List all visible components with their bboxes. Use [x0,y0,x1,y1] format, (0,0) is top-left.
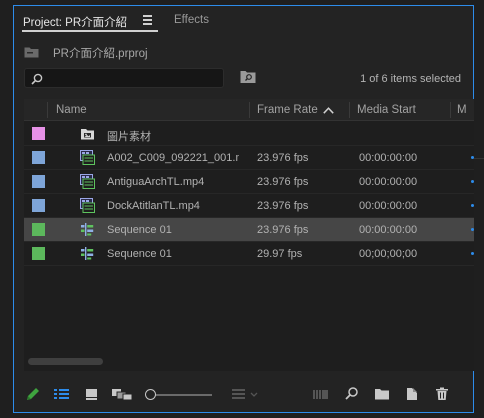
bottom-toolbar [14,386,473,406]
project-panel: Project: PR介面介紹 Effects PR介面介紹.prproj 1 … [13,5,474,413]
item-frame-rate: 29.97 fps [257,248,303,260]
active-tab-underline [22,30,158,32]
trash-icon[interactable] [434,386,450,404]
label-color-swatch[interactable] [32,127,45,140]
project-items-list: Name Frame Rate Media Start M 圖片素材 A002_C… [24,99,474,371]
adjacent-panel-divider [474,158,484,159]
item-frame-rate: 23.976 fps [257,176,309,188]
column-header-frame-rate[interactable]: Frame Rate [257,104,318,116]
item-media-start: 00:00:00:00 [359,176,418,188]
list-item[interactable]: 圖片素材 [24,122,474,146]
zoom-slider-track[interactable] [154,394,212,396]
list-item[interactable]: DockAtitlanTL.mp4 23.976 fps 00:00:00:00 [24,194,474,218]
find-in-bin-icon[interactable] [240,70,256,84]
freeform-view-icon[interactable] [111,386,133,404]
item-name[interactable]: AntiguaArchTL.mp4 [107,176,239,188]
item-media-start: 00:00:00:00 [359,200,418,212]
item-name[interactable]: Sequence 01 [107,224,239,236]
video-clip-icon [80,150,95,165]
list-item[interactable]: Sequence 01 29.97 fps 00;00;00;00 [24,242,474,266]
new-bin-icon[interactable] [374,386,390,404]
tab-project[interactable]: Project: PR介面介紹 [23,14,127,30]
item-name[interactable]: 圖片素材 [107,128,239,144]
selection-status: 1 of 6 items selected [360,73,461,85]
column-divider[interactable] [349,102,350,118]
sort-ascending-icon[interactable] [323,107,334,114]
item-media-start: 00;00;00;00 [359,248,418,260]
column-divider[interactable] [450,102,451,118]
label-color-swatch[interactable] [32,151,45,164]
column-divider[interactable] [249,102,250,118]
horizontal-scrollbar[interactable] [24,355,474,369]
scrollbar-thumb[interactable] [28,358,103,365]
sort-icons-icon[interactable] [231,386,261,404]
item-name[interactable]: Sequence 01 [107,248,239,260]
sequence-icon [80,246,95,261]
video-clip-icon [80,198,95,213]
project-file-name: PR介面介紹.prproj [53,48,148,60]
list-item[interactable]: AntiguaArchTL.mp4 23.976 fps 00:00:00:00 [24,170,474,194]
item-frame-rate: 23.976 fps [257,224,309,236]
label-color-swatch[interactable] [32,175,45,188]
item-media-start: 00:00:00:00 [359,224,418,236]
label-color-swatch[interactable] [32,223,45,236]
label-color-swatch[interactable] [32,199,45,212]
tab-effects[interactable]: Effects [174,14,209,26]
panel-menu-icon[interactable] [142,14,153,25]
overflow-column-indicator [471,252,474,255]
label-color-swatch[interactable] [32,247,45,260]
list-header: Name Frame Rate Media Start M [24,99,474,121]
search-box[interactable] [24,68,224,88]
zoom-slider-knob[interactable] [145,389,156,400]
column-header-media-start[interactable]: Media Start [357,104,416,116]
item-frame-rate: 23.976 fps [257,152,309,164]
icon-view-icon[interactable] [85,386,99,404]
bin-icon [80,126,95,141]
overflow-column-indicator [471,228,474,231]
new-item-icon[interactable] [404,386,420,404]
item-frame-rate: 23.976 fps [257,200,309,212]
video-clip-icon [80,174,95,189]
find-icon[interactable] [344,386,360,404]
project-bin-icon [24,47,39,58]
search-icon [31,73,43,85]
automate-to-sequence-icon[interactable] [312,386,330,404]
list-item[interactable]: Sequence 01 23.976 fps 00:00:00:00 [24,218,474,242]
sequence-icon [80,222,95,237]
panel-tabs: Project: PR介面介紹 Effects [14,6,473,34]
overflow-column-indicator [471,180,474,183]
column-divider[interactable] [47,102,48,118]
column-header-next[interactable]: M [457,104,467,116]
list-view-icon[interactable] [53,386,70,404]
list-item[interactable]: A002_C009_092221_001.m 23.976 fps 00:00:00… [24,146,474,170]
overflow-column-indicator [471,204,474,207]
item-media-start: 00:00:00:00 [359,152,418,164]
item-name[interactable]: DockAtitlanTL.mp4 [107,200,239,212]
column-header-name[interactable]: Name [56,104,87,116]
item-name[interactable]: A002_C009_092221_001.m [107,152,239,164]
pencil-icon[interactable] [25,386,41,404]
search-input[interactable] [47,70,219,86]
